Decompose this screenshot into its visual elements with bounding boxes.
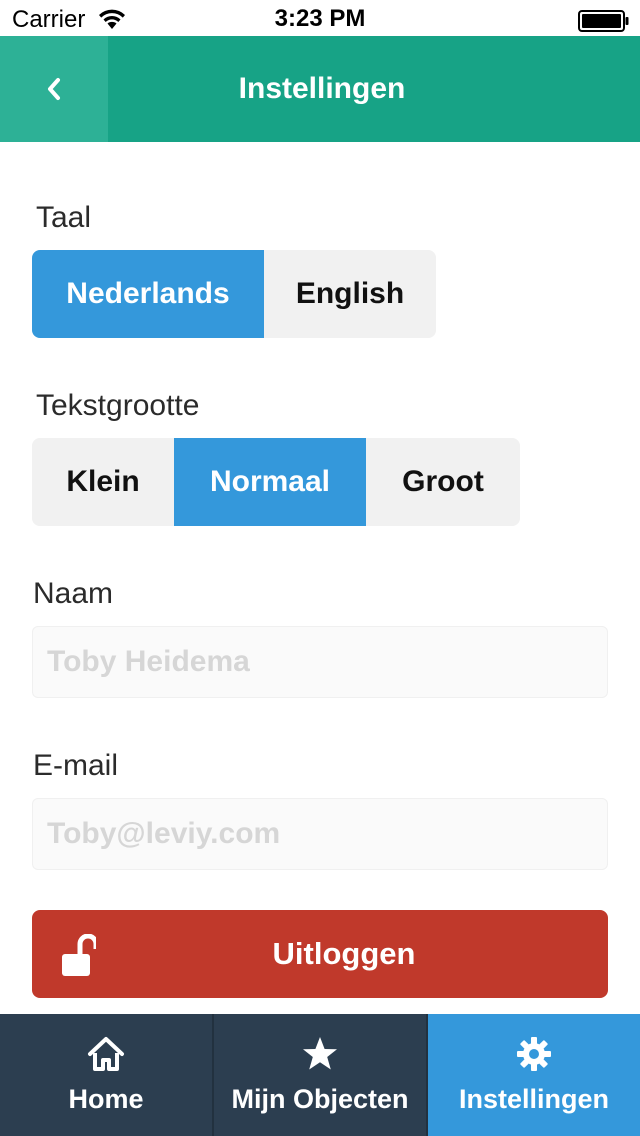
tab-home-label: Home [68,1084,144,1114]
name-label: Naam [33,577,114,610]
language-option-english[interactable]: English [264,250,436,338]
logout-label: Uitloggen [272,936,416,971]
text-size-option-klein[interactable]: Klein [32,438,174,526]
text-size-selector: Klein Normaal Groot [32,438,520,526]
status-bar: Carrier 3:23 PM [0,0,640,40]
tab-bar: Home Mijn Objecten Instellingen [0,1014,640,1136]
back-button[interactable] [0,36,108,142]
home-icon [88,1037,124,1071]
email-field-wrapper [32,798,608,870]
text-size-option-normaal[interactable]: Normaal [174,438,366,526]
page-title: Instellingen [238,72,406,105]
gear-icon [517,1037,551,1071]
tab-instellingen-label: Instellingen [458,1084,610,1114]
name-field[interactable] [33,627,607,697]
nav-bar: Instellingen [0,36,640,142]
tab-home[interactable]: Home [0,1014,214,1136]
language-option-nederlands[interactable]: Nederlands [32,250,264,338]
email-label: E-mail [33,749,119,782]
chevron-left-icon [48,78,60,100]
status-time: 3:23 PM [274,5,366,32]
name-field-wrapper [32,626,608,698]
tab-instellingen[interactable]: Instellingen [428,1014,640,1136]
logout-button[interactable]: Uitloggen [32,910,608,998]
star-icon [303,1037,337,1070]
text-size-option-groot[interactable]: Groot [366,438,520,526]
text-size-label: Tekstgrootte [36,389,200,422]
tab-mijn-objecten[interactable]: Mijn Objecten [214,1014,428,1136]
email-field[interactable] [33,799,607,869]
language-label: Taal [36,201,92,234]
battery-icon [578,10,629,32]
language-selector: Nederlands English [32,250,436,338]
tab-mijn-objecten-label: Mijn Objecten [231,1084,409,1114]
